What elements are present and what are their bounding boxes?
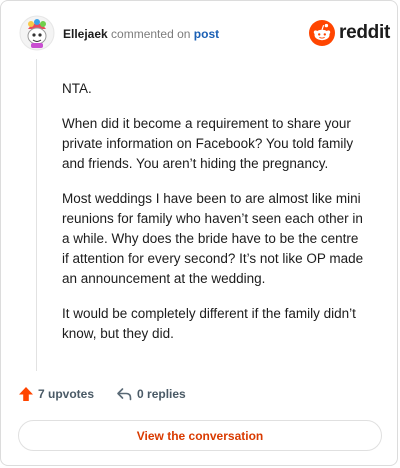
view-conversation-label: View the conversation	[136, 428, 264, 443]
embedded-comment-card: Ellejaek commented on post reddit NTA. W…	[0, 0, 398, 466]
comment-paragraph: NTA.	[62, 81, 92, 96]
comment-body: NTA. When did it become a requirement to…	[62, 79, 368, 359]
thread-line[interactable]	[36, 59, 37, 371]
upvote-button[interactable]: 7 upvotes	[18, 386, 94, 402]
upvote-arrow-icon	[19, 387, 33, 401]
comment-paragraph: Most weddings I have been to are almost …	[62, 191, 364, 286]
reply-button[interactable]: 0 replies	[116, 386, 186, 402]
view-conversation-button[interactable]: View the conversation	[18, 420, 382, 451]
reddit-wordmark: reddit	[339, 22, 390, 43]
post-link[interactable]: post	[194, 27, 219, 41]
username-link[interactable]: Ellejaek	[63, 27, 108, 41]
comment-paragraph: It would be completely different if the …	[62, 306, 356, 341]
comment-actions: 7 upvotes 0 replies	[18, 386, 186, 402]
commented-on-text: commented on	[111, 27, 191, 41]
avatar[interactable]	[19, 15, 55, 51]
reddit-logo-icon	[309, 20, 335, 46]
reddit-logo[interactable]: reddit	[309, 20, 390, 46]
reply-arrow-icon	[117, 388, 132, 401]
comment-header: Ellejaek commented on post	[63, 27, 219, 41]
reply-count: 0 replies	[137, 387, 186, 401]
upvote-count: 7 upvotes	[38, 387, 95, 401]
comment-paragraph: When did it become a requirement to shar…	[62, 116, 354, 171]
